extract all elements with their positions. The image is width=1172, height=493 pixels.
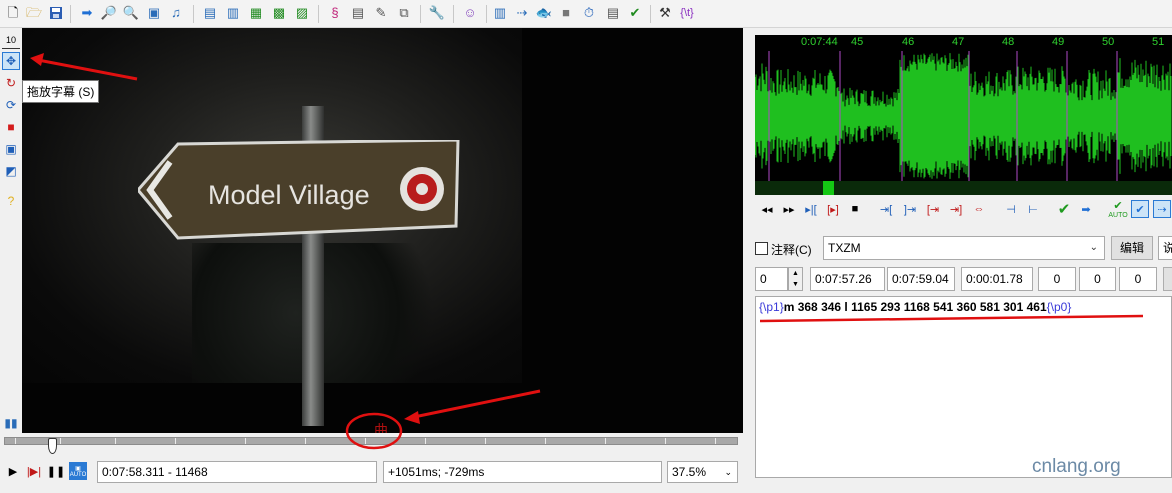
annotation-overlay — [30, 53, 1144, 450]
